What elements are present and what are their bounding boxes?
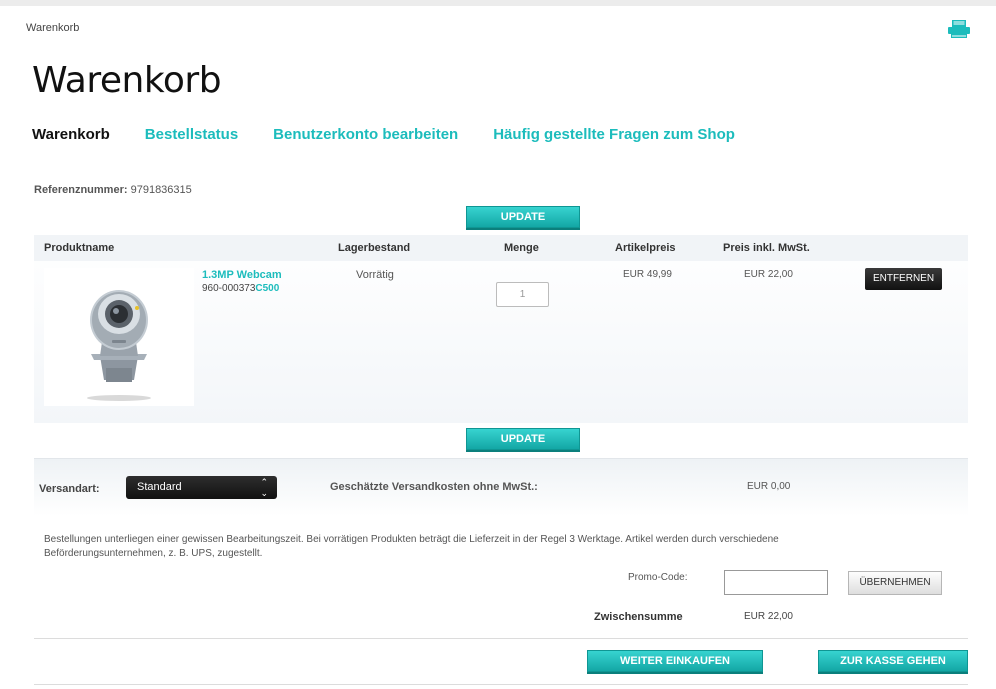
page-title: Warenkorb: [32, 60, 222, 101]
unit-price: EUR 49,99: [623, 269, 672, 280]
table-header: Produktname Lagerbestand Menge Artikelpr…: [34, 235, 968, 261]
header-stock: Lagerbestand: [338, 242, 411, 254]
webcam-image: [87, 290, 151, 401]
promo-code-label: Promo-Code:: [628, 572, 688, 583]
promo-code-input[interactable]: [724, 570, 828, 595]
nav-item-edit-account[interactable]: Benutzerkonto bearbeiten: [273, 126, 458, 143]
header-unit-price: Artikelpreis: [615, 242, 676, 254]
update-button-bottom[interactable]: UPDATE: [466, 428, 580, 450]
nav-item-faq[interactable]: Häufig gestellte Fragen zum Shop: [493, 126, 735, 143]
product-name-link[interactable]: 1.3MP Webcam: [202, 269, 282, 281]
shipping-method-select[interactable]: Standard ⌃ ⌄: [126, 476, 277, 499]
shop-nav: Warenkorb Bestellstatus Benutzerkonto be…: [32, 126, 735, 143]
divider: [34, 638, 968, 639]
page: Warenkorb Warenkorb Warenkorb Bestellsta…: [0, 6, 996, 689]
remove-button[interactable]: ENTFERNEN: [865, 268, 942, 290]
stock-status: Vorrätig: [356, 269, 394, 281]
header-total-price: Preis inkl. MwSt.: [723, 242, 810, 254]
nav-item-cart[interactable]: Warenkorb: [32, 126, 110, 143]
shipping-method-value: Standard: [137, 481, 182, 493]
sku-number: 960-000373: [202, 283, 256, 294]
divider: [34, 684, 968, 685]
printer-icon[interactable]: [948, 20, 970, 38]
delivery-notice: Bestellungen unterliegen einer gewissen …: [44, 534, 779, 559]
shipping-cost-label: Geschätzte Versandkosten ohne MwSt.:: [330, 481, 538, 493]
shipping-bar: Versandart: Standard ⌃ ⌄ Geschätzte Versa…: [34, 458, 968, 516]
total-price: EUR 22,00: [744, 269, 793, 280]
subtotal-value: EUR 22,00: [744, 611, 793, 622]
header-quantity: Menge: [504, 242, 539, 254]
chevron-up-down-icon: ⌃ ⌄: [260, 477, 268, 498]
header-product: Produktname: [44, 242, 115, 254]
product-image[interactable]: [44, 268, 194, 406]
reference-label: Referenznummer:: [34, 184, 128, 196]
update-button-top[interactable]: UPDATE: [466, 206, 580, 228]
shipping-cost: EUR 0,00: [747, 481, 791, 492]
continue-shopping-button[interactable]: WEITER EINKAUFEN: [587, 650, 763, 672]
quantity-input[interactable]: 1: [496, 282, 549, 307]
cart-table: Produktname Lagerbestand Menge Artikelpr…: [34, 235, 968, 423]
checkout-button[interactable]: ZUR KASSE GEHEN: [818, 650, 968, 672]
breadcrumb[interactable]: Warenkorb: [26, 22, 79, 34]
sku-model: C500: [255, 283, 280, 294]
nav-item-order-status[interactable]: Bestellstatus: [145, 126, 238, 143]
shipping-label: Versandart:: [39, 483, 100, 495]
apply-promo-button[interactable]: ÜBERNEHMEN: [848, 571, 942, 595]
reference-value: 9791836315: [130, 184, 192, 196]
subtotal-label: Zwischensumme: [594, 611, 683, 623]
reference-number: Referenznummer: 9791836315: [34, 184, 192, 196]
product-sku: 960-000373C500: [202, 283, 279, 294]
